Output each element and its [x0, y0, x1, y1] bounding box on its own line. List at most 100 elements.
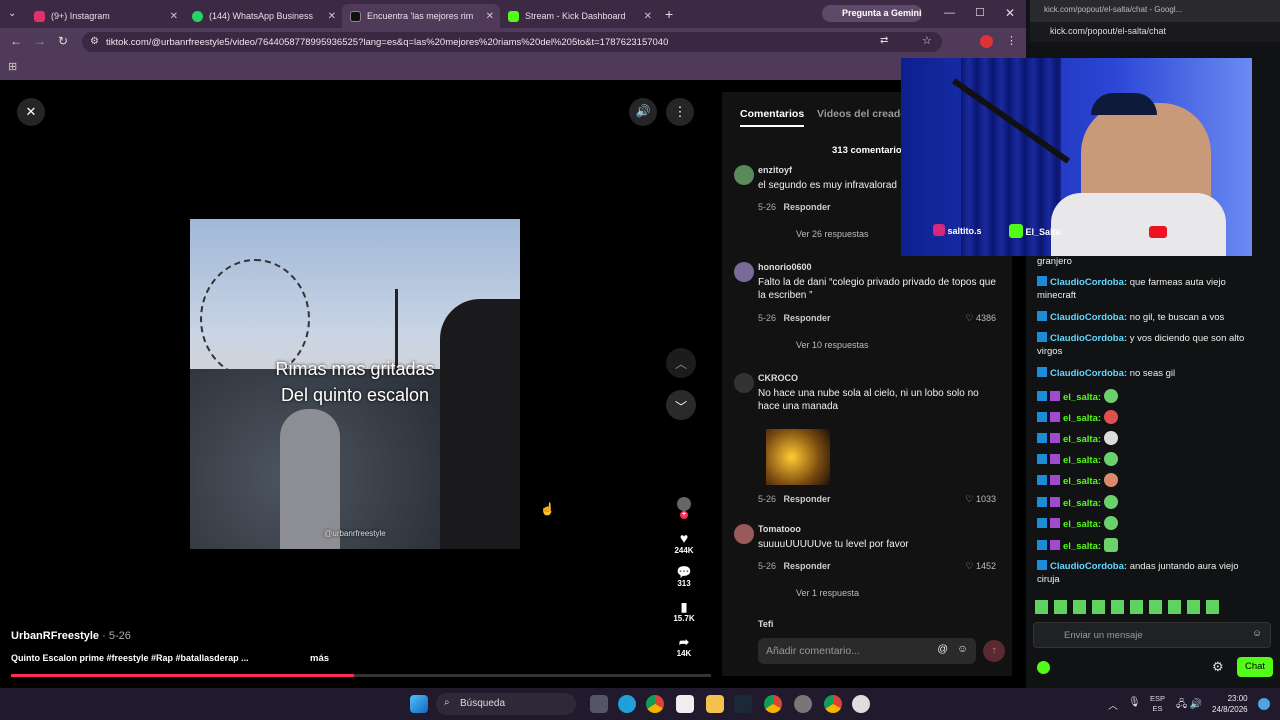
close-window-button[interactable]: ✕ — [1005, 6, 1015, 20]
translate-icon[interactable]: ⇄ — [880, 35, 888, 46]
emote-icon — [1103, 410, 1118, 424]
chrome-profile-icon[interactable] — [764, 695, 782, 713]
tab-instagram[interactable]: (9+) Instagram ✕ — [26, 4, 184, 28]
kick-chat-input[interactable]: Enviar un mensaje ☺ — [1033, 622, 1271, 648]
profile-avatar[interactable] — [980, 35, 993, 48]
comment-likes[interactable]: ♡ 1452 — [965, 561, 996, 572]
maximize-button[interactable]: ☐ — [975, 6, 985, 19]
chrome-icon[interactable] — [646, 695, 664, 713]
settings-gear-icon[interactable]: ⚙ — [1212, 659, 1224, 675]
badge-icon — [1037, 391, 1047, 401]
menu-dots-icon[interactable]: ⋮ — [1006, 34, 1017, 47]
comment-user[interactable]: Tefi — [758, 619, 773, 629]
video-watermark: @urbanrfreestyle — [324, 529, 386, 538]
tab-search-icon[interactable]: ⌄ — [8, 8, 16, 19]
reply-button[interactable]: Responder — [784, 494, 831, 504]
tiktok-icon — [350, 10, 361, 22]
emote-icon — [1103, 389, 1118, 403]
video-player[interactable]: Rimas mas gritadas Del quinto escalon @u… — [190, 219, 520, 549]
emoji-icon[interactable]: ☺ — [957, 643, 968, 655]
task-view-icon[interactable] — [590, 695, 608, 713]
chat-message: el_salta: — [1037, 389, 1262, 404]
cursor-icon: ☝ — [540, 502, 555, 516]
save-button[interactable]: ▮ 15.7K — [672, 600, 696, 623]
gemini-button[interactable]: Pregunta a Gemini — [822, 5, 922, 22]
network-volume-icons[interactable]: 🖧 🔊 — [1176, 697, 1202, 714]
video-author[interactable]: UrbanRFreestyle · 5-26 — [11, 630, 131, 642]
caption-more-link[interactable]: más — [310, 653, 329, 664]
url-input[interactable]: tiktok.com/@urbanrfreestyle5/video/76440… — [82, 32, 942, 52]
taskbar-search[interactable]: ⌕ Búsqueda — [436, 693, 576, 715]
close-tab-icon[interactable]: ✕ — [328, 11, 336, 22]
tab-whatsapp[interactable]: (144) WhatsApp Business ✕ — [184, 4, 342, 28]
comment-user[interactable]: Tomatooo — [758, 524, 801, 534]
close-tab-icon[interactable]: ✕ — [486, 11, 494, 22]
language-indicator[interactable]: ESP ES — [1150, 694, 1165, 714]
avatar[interactable] — [734, 373, 754, 393]
more-options-button[interactable]: ⋮ — [666, 98, 694, 126]
edge-icon[interactable] — [618, 695, 636, 713]
notification-badge[interactable] — [1258, 698, 1270, 710]
forward-icon[interactable]: → — [34, 34, 46, 48]
windows-start-icon[interactable] — [410, 695, 428, 713]
bookmark-star-icon[interactable]: ☆ — [922, 34, 932, 47]
chat-message: el_salta: — [1037, 431, 1262, 446]
volume-button[interactable]: 🔊 — [629, 98, 657, 126]
comment-user[interactable]: CKROCO — [758, 373, 798, 383]
comment-meta: 5-26 Responder — [758, 561, 831, 571]
clock[interactable]: 23:00 24/8/2026 — [1212, 693, 1248, 715]
explorer-icon[interactable] — [706, 695, 724, 713]
creator-avatar[interactable]: + — [672, 497, 696, 519]
send-chat-button[interactable]: Chat — [1237, 657, 1273, 677]
previous-video-button[interactable]: ︿ — [666, 348, 696, 378]
avatar[interactable] — [734, 165, 754, 185]
emoji-icon[interactable]: ☺ — [1252, 628, 1262, 639]
mention-icon[interactable]: @ — [937, 643, 948, 655]
mic-tray-icon[interactable]: 🎙 — [1128, 697, 1141, 708]
like-button[interactable]: ♥ 244K — [672, 530, 696, 555]
reply-button[interactable]: Responder — [784, 561, 831, 571]
site-info-icon[interactable]: ⚙ — [90, 36, 99, 47]
reply-button[interactable]: Responder — [784, 202, 831, 212]
comment-gif-image[interactable] — [766, 429, 830, 485]
view-replies[interactable]: Ver 1 respuesta — [796, 588, 859, 598]
comment-icon: 💬 — [676, 565, 692, 579]
settings-app-icon[interactable] — [794, 695, 812, 713]
apps-icon[interactable]: ⊞ — [8, 60, 17, 73]
avatar[interactable] — [734, 524, 754, 544]
steam-icon[interactable] — [734, 695, 752, 713]
tab-creator-videos[interactable]: Videos del creado — [817, 108, 907, 120]
store-icon[interactable] — [676, 695, 694, 713]
tab-label: Encuentra 'las mejores rim — [367, 11, 474, 21]
view-replies[interactable]: Ver 26 respuestas — [796, 229, 869, 239]
chrome-app-icon[interactable] — [824, 695, 842, 713]
tab-tiktok[interactable]: Encuentra 'las mejores rim ✕ — [342, 4, 500, 28]
tray-chevron-icon[interactable]: ︿ — [1108, 697, 1118, 712]
close-tab-icon[interactable]: ✕ — [644, 11, 652, 22]
comment-likes[interactable]: ♡ 1033 — [965, 494, 996, 505]
view-replies[interactable]: Ver 10 respuestas — [796, 340, 869, 350]
tab-comments[interactable]: Comentarios — [740, 108, 805, 127]
mic-badge-icon — [1050, 412, 1060, 422]
close-tab-icon[interactable]: ✕ — [170, 11, 178, 22]
comment-likes[interactable]: ♡ 4386 — [965, 313, 996, 324]
comment-user[interactable]: honorio0600 — [758, 262, 812, 272]
comment-input[interactable]: Añadir comentario... @ ☺ — [758, 638, 976, 664]
minimize-button[interactable]: — — [944, 7, 955, 19]
share-button[interactable]: ➦ 14K — [672, 635, 696, 658]
comment-text: No hace una nube sola al cielo, ni un lo… — [758, 388, 979, 412]
back-icon[interactable]: ← — [10, 34, 22, 48]
post-comment-button[interactable]: ↑ — [983, 640, 1005, 662]
reply-button[interactable]: Responder — [784, 313, 831, 323]
progress-track[interactable] — [11, 674, 711, 677]
next-video-button[interactable]: ﹀ — [666, 390, 696, 420]
badge-icon — [1037, 560, 1047, 570]
tab-kick-dashboard[interactable]: Stream - Kick Dashboard ✕ — [500, 4, 658, 28]
avatar[interactable] — [734, 262, 754, 282]
new-tab-button[interactable]: + — [665, 6, 673, 22]
obs-icon[interactable] — [852, 695, 870, 713]
comment-button[interactable]: 💬 313 — [672, 565, 696, 588]
reload-icon[interactable]: ↻ — [58, 34, 68, 48]
close-video-button[interactable]: ✕ — [17, 98, 45, 126]
comment-user[interactable]: enzitoyf — [758, 165, 792, 175]
